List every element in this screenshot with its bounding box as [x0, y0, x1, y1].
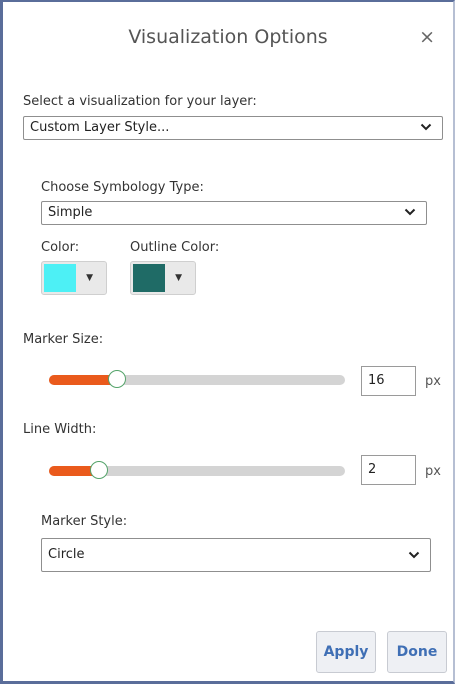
- symbology-select[interactable]: Simple: [41, 201, 427, 225]
- dialog-title: Visualization Options: [128, 26, 328, 48]
- apply-button[interactable]: Apply: [316, 631, 376, 673]
- slider-fill: [49, 375, 118, 385]
- dropdown-arrow-icon: ▼: [175, 273, 182, 283]
- symbology-label: Choose Symbology Type:: [41, 180, 204, 195]
- marker-size-unit: px: [425, 374, 441, 389]
- chevron-down-icon: [420, 123, 432, 131]
- slider-thumb[interactable]: [90, 461, 109, 479]
- dropdown-arrow-icon: ▼: [86, 273, 93, 283]
- outline-color-swatch: [133, 264, 165, 292]
- marker-style-select-value: Circle: [48, 547, 85, 562]
- marker-style-label: Marker Style:: [41, 514, 128, 529]
- symbology-select-value: Simple: [48, 205, 93, 220]
- color-swatch: [44, 264, 76, 292]
- visualization-select-value: Custom Layer Style...: [30, 120, 170, 135]
- color-picker-button[interactable]: ▼: [41, 261, 107, 295]
- line-width-label: Line Width:: [23, 422, 97, 437]
- marker-size-slider[interactable]: [49, 370, 345, 388]
- outline-color-picker-button[interactable]: ▼: [130, 261, 196, 295]
- line-width-unit: px: [425, 464, 441, 479]
- close-icon[interactable]: ×: [419, 26, 435, 48]
- chevron-down-icon: [404, 208, 416, 216]
- visualization-select[interactable]: Custom Layer Style...: [23, 116, 443, 140]
- visualization-options-dialog: Visualization Options × Select a visuali…: [0, 0, 455, 684]
- marker-style-select[interactable]: Circle: [41, 538, 431, 572]
- visualization-label: Select a visualization for your layer:: [23, 94, 257, 109]
- line-width-slider[interactable]: [49, 461, 345, 479]
- line-width-input[interactable]: 2: [361, 455, 416, 485]
- chevron-down-icon: [408, 551, 420, 559]
- outline-color-label: Outline Color:: [130, 240, 220, 255]
- color-label: Color:: [41, 240, 80, 255]
- marker-size-input[interactable]: 16: [361, 366, 416, 396]
- marker-size-label: Marker Size:: [23, 332, 104, 347]
- done-button[interactable]: Done: [387, 631, 447, 673]
- slider-thumb[interactable]: [108, 370, 127, 388]
